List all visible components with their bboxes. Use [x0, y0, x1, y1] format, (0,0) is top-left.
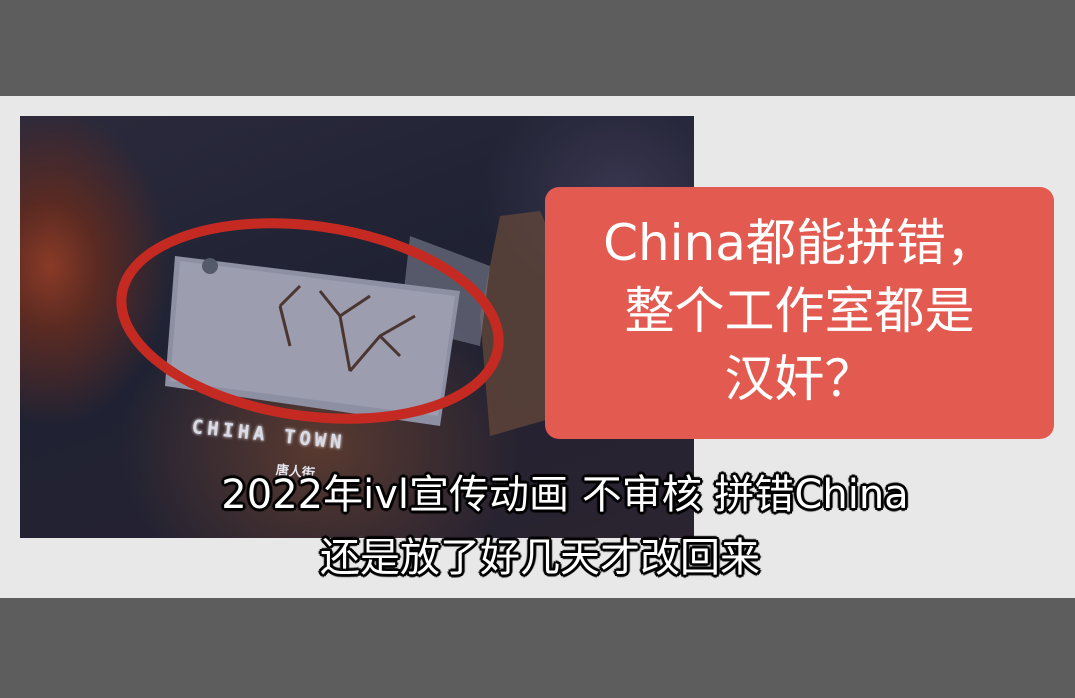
caption-line-1: 2022年ivl宣传动画 不审核 拼错China	[221, 472, 909, 518]
bottom-letterbox	[0, 598, 1075, 698]
card-emblem	[202, 258, 218, 274]
top-letterbox	[0, 0, 1075, 96]
callout-line-3: 汉奸？	[724, 350, 875, 408]
callout-line-1: China都能拼错，	[603, 214, 996, 272]
caption-line-2: 还是放了好几天才改回来	[320, 535, 760, 581]
callout-line-2: 整个工作室都是	[624, 282, 975, 340]
red-callout-box: China都能拼错， 整个工作室都是 汉奸？	[545, 187, 1054, 439]
